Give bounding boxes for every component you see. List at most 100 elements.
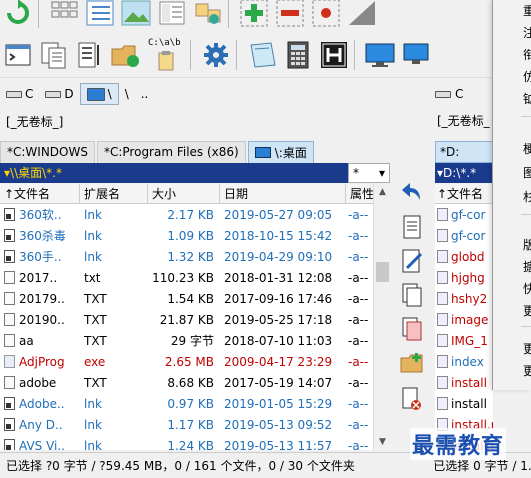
menu-item[interactable]: 图 [493,162,531,184]
file-row[interactable]: Any D.. lnk 1.17 KB 2019-05-13 09:52 -a-- [0,414,390,435]
header-size[interactable]: 大小 [148,184,220,203]
menu-item[interactable]: 版 [493,234,531,256]
scroll-up-icon[interactable]: ▲ [374,184,391,200]
add-selection-icon[interactable] [236,0,272,30]
middle-button-bar [395,170,429,450]
compare-icon[interactable] [344,0,380,30]
file-row[interactable]: 360手.. lnk 1.32 KB 2019-04-29 09:10 -a-- [0,246,390,267]
file-attr: -a-- [348,312,369,327]
toolbar-separator [236,39,242,70]
menu-item[interactable]: 搪 [493,256,531,278]
hex-editor-icon[interactable] [316,38,352,72]
desktop-icon[interactable] [362,38,398,72]
drive-icon [435,90,451,98]
file-row[interactable]: aa TXT 29 字节 2018-07-10 11:03 -a-- [0,330,390,351]
header-attr[interactable]: 属性 [346,184,376,203]
drive-label: \ [107,87,112,101]
file-size: 2.65 MB [164,354,214,369]
right-file-row[interactable]: image [435,309,493,330]
file-row[interactable]: 2017.. txt 110.23 KB 2018-01-31 12:08 -a-- [0,267,390,288]
header-ext[interactable]: 扩展名 [80,184,148,203]
file-row[interactable]: Adobe.. lnk 0.97 KB 2019-01-05 15:29 -a-- [0,393,390,414]
right-path-bar[interactable]: ▾D:\*.* [435,163,493,183]
document-icon [4,271,15,284]
view-file-icon[interactable] [400,214,424,240]
multi-rename-icon[interactable] [72,38,108,72]
file-icon [437,355,448,368]
right-header-name[interactable]: ↑文件名 [435,184,493,204]
folder-tab[interactable]: \:桌面 [247,141,314,163]
left-file-list[interactable]: ↑文件名 扩展名 大小 日期 属性 360软.. lnk 2.17 KB 2019-0… [0,184,390,450]
go-up-icon[interactable] [400,178,424,204]
menu-item[interactable]: 快 [493,278,531,300]
menu-item[interactable]: 更 [493,338,531,360]
move-file-icon[interactable] [400,316,424,342]
left-scrollbar[interactable]: ▲ ▼ [373,184,390,450]
detail-view-icon[interactable] [82,0,118,30]
thumbnail-view-icon[interactable] [118,0,154,30]
tree-view-icon[interactable] [154,0,190,30]
folder-tab[interactable]: *C:Program Files (x86) [96,141,246,163]
file-row[interactable]: 360杀毒 lnk 1.09 KB 2018-10-15 15:42 -a-- [0,225,390,246]
run-dos-icon[interactable] [0,38,36,72]
delete-file-icon[interactable] [400,386,424,412]
file-row[interactable]: AdjProg exe 2.65 MB 2009-04-17 23:29 -a-- [0,351,390,372]
calculator-icon[interactable] [280,38,316,72]
scroll-thumb[interactable] [376,262,389,282]
file-row[interactable]: AVS Vi.. lnk 1.24 KB 2019-05-13 11:57 -a-- [0,435,390,450]
copy-file-icon[interactable] [400,282,424,308]
scroll-down-icon[interactable]: ▼ [374,434,391,450]
right-file-row[interactable]: install [435,372,493,393]
right-file-row[interactable]: gf-cor [435,204,493,225]
edit-file-icon[interactable] [400,248,424,274]
folder-tab[interactable]: *C:WINDOWS [0,141,95,163]
menu-item[interactable]: 注 [493,22,531,44]
file-row[interactable]: 20179.. TXT 1.54 KB 2017-09-16 17:46 -a-- [0,288,390,309]
drive-button[interactable]: C [0,83,39,105]
notepad-icon[interactable] [244,38,280,72]
copy-names-icon[interactable] [36,38,72,72]
new-folder-icon[interactable] [400,350,424,376]
left-path-bar[interactable]: ▾\\桌面\*.* [0,163,348,183]
sync-dirs-icon[interactable] [190,0,226,30]
right-file-row[interactable]: index [435,351,493,372]
right-file-list[interactable]: ↑文件名 gf-cor gf-cor globd hjghg hshy2 image IMG… [435,184,493,450]
right-file-row[interactable]: gf-cor [435,225,493,246]
file-filter-dropdown[interactable]: * ▾ [348,163,390,183]
file-row[interactable]: adobe TXT 8.68 KB 2017-05-19 14:07 -a-- [0,372,390,393]
menu-item[interactable]: 仿 [493,66,531,88]
right-file-row[interactable]: globd [435,246,493,267]
menu-item[interactable]: 杉 [493,186,531,208]
invert-selection-icon[interactable] [308,0,344,30]
drive-button[interactable]: .. [135,83,155,105]
menu-item[interactable]: 更 [493,360,531,382]
settings-icon[interactable] [198,38,234,72]
sync-folder-icon[interactable] [108,38,144,72]
menu-separator [521,326,531,327]
right-file-row[interactable]: hjghg [435,267,493,288]
file-ext: TXT [84,333,107,348]
file-row[interactable]: 360软.. lnk 2.17 KB 2019-05-27 09:05 -a-- [0,204,390,225]
menu-item[interactable]: 更 [493,300,531,322]
brief-view-icon[interactable] [46,0,82,30]
file-row[interactable]: 20190.. TXT 21.87 KB 2019-05-25 17:18 -a-- [0,309,390,330]
right-tab[interactable]: *D: [435,141,493,163]
header-date[interactable]: 日期 [220,184,346,203]
right-file-row[interactable]: IMG_1 [435,330,493,351]
right-drive-bar[interactable]: C [431,80,463,108]
remove-selection-icon[interactable] [272,0,308,30]
refresh-icon[interactable] [0,0,36,30]
drive-button[interactable]: \ [119,83,135,105]
menu-item[interactable]: 重 [493,0,531,22]
file-attr: -a-- [348,207,369,222]
network-icon[interactable] [398,38,434,72]
clipboard-path-icon[interactable]: C:\a\b [144,38,188,72]
menu-item[interactable]: 衔 [493,44,531,66]
right-file-row[interactable]: hshy2 [435,288,493,309]
drive-button[interactable]: D [39,83,79,105]
menu-item[interactable]: 钺 [493,88,531,110]
drive-button[interactable]: \ [79,83,119,105]
header-name[interactable]: ↑文件名 [0,184,80,203]
right-file-row[interactable]: install [435,393,493,414]
menu-item[interactable]: 梗 [493,138,531,160]
